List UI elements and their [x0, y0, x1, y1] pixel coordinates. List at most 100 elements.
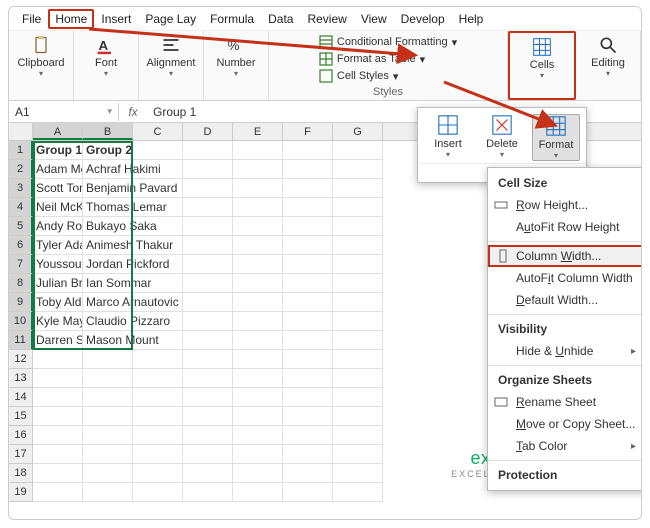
cell[interactable]	[33, 350, 83, 369]
cell[interactable]	[333, 141, 383, 160]
row-header[interactable]: 17	[9, 445, 33, 464]
row-header[interactable]: 9	[9, 293, 33, 312]
row-header[interactable]: 11	[9, 331, 33, 350]
menu-default-width[interactable]: Default Width...Default Width...	[488, 289, 642, 311]
cell[interactable]: Mason Mount	[83, 331, 133, 350]
cell[interactable]	[233, 426, 283, 445]
font-button[interactable]: A Font ▾	[82, 35, 130, 85]
cell[interactable]	[183, 426, 233, 445]
row-header[interactable]: 3	[9, 179, 33, 198]
cell[interactable]: Animesh Thakur	[83, 236, 133, 255]
cell[interactable]	[283, 293, 333, 312]
cell[interactable]	[133, 293, 183, 312]
row-header[interactable]: 15	[9, 407, 33, 426]
cell[interactable]	[133, 426, 183, 445]
cell[interactable]	[283, 426, 333, 445]
fx-icon[interactable]: fx	[119, 105, 147, 119]
cell[interactable]	[233, 274, 283, 293]
cell[interactable]	[133, 312, 183, 331]
cell[interactable]	[183, 331, 233, 350]
cell[interactable]	[183, 274, 233, 293]
cell[interactable]: Adam McQueen	[33, 160, 83, 179]
format-button[interactable]: Format▾	[532, 114, 580, 161]
cell[interactable]	[233, 331, 283, 350]
cell[interactable]	[233, 388, 283, 407]
cell[interactable]	[183, 198, 233, 217]
col-header-g[interactable]: G	[333, 123, 383, 140]
cell[interactable]	[183, 445, 233, 464]
cell[interactable]	[183, 388, 233, 407]
tab-file[interactable]: File	[15, 9, 48, 29]
cell[interactable]	[183, 369, 233, 388]
cell[interactable]	[33, 388, 83, 407]
cell[interactable]	[233, 217, 283, 236]
cell[interactable]: Jordan Pickford	[83, 255, 133, 274]
cell[interactable]	[33, 426, 83, 445]
cell[interactable]	[333, 236, 383, 255]
cell[interactable]	[283, 179, 333, 198]
row-header[interactable]: 1	[9, 141, 33, 160]
cell[interactable]: Bukayo Saka	[83, 217, 133, 236]
tab-view[interactable]: View	[354, 9, 394, 29]
name-box[interactable]: A1 ▾	[9, 103, 119, 121]
cell[interactable]: Claudio Pizzaro	[83, 312, 133, 331]
row-header[interactable]: 13	[9, 369, 33, 388]
cell[interactable]: Neil McKenzie	[33, 198, 83, 217]
cells-button[interactable]: Cells ▾	[518, 37, 566, 87]
cell[interactable]	[333, 350, 383, 369]
cell[interactable]	[83, 483, 133, 502]
cell[interactable]	[233, 445, 283, 464]
format-as-table-button[interactable]: Format as Table▾	[319, 52, 457, 66]
cell[interactable]	[183, 293, 233, 312]
cell[interactable]	[283, 312, 333, 331]
cell[interactable]	[183, 217, 233, 236]
cell[interactable]	[233, 312, 283, 331]
menu-autofit-col[interactable]: AutoFit Column WidthAutoFit Column Width	[488, 267, 642, 289]
cell[interactable]	[283, 445, 333, 464]
cell[interactable]: Group 2	[83, 141, 133, 160]
cell[interactable]	[233, 350, 283, 369]
col-header-b[interactable]: B	[83, 123, 133, 140]
cell[interactable]	[333, 217, 383, 236]
cell[interactable]	[333, 198, 383, 217]
cell[interactable]: Ian Sommar	[83, 274, 133, 293]
cell[interactable]: Scott Tominay	[33, 179, 83, 198]
tab-formula[interactable]: Formula	[203, 9, 261, 29]
cell[interactable]: Andy Robertson	[33, 217, 83, 236]
cell[interactable]	[283, 217, 333, 236]
cell[interactable]	[283, 236, 333, 255]
cell[interactable]	[133, 369, 183, 388]
cell[interactable]	[333, 483, 383, 502]
number-button[interactable]: % Number ▾	[212, 35, 260, 85]
alignment-button[interactable]: Alignment ▾	[147, 35, 195, 85]
cell[interactable]	[33, 407, 83, 426]
cell[interactable]	[33, 369, 83, 388]
cell[interactable]	[333, 312, 383, 331]
row-header[interactable]: 12	[9, 350, 33, 369]
cell[interactable]	[333, 255, 383, 274]
tab-develop[interactable]: Develop	[394, 9, 452, 29]
cell[interactable]	[333, 293, 383, 312]
cell[interactable]	[133, 464, 183, 483]
cell[interactable]	[133, 407, 183, 426]
tab-data[interactable]: Data	[261, 9, 300, 29]
cell[interactable]: Julian Brandt	[33, 274, 83, 293]
cell[interactable]	[283, 407, 333, 426]
col-header-c[interactable]: C	[133, 123, 183, 140]
cell[interactable]	[133, 141, 183, 160]
cell[interactable]	[133, 160, 183, 179]
menu-move-copy[interactable]: Move or Copy Sheet...Move or Copy Sheet.…	[488, 413, 642, 435]
cell[interactable]	[283, 198, 333, 217]
cell[interactable]	[283, 350, 333, 369]
cell[interactable]: Achraf Hakimi	[83, 160, 133, 179]
cell[interactable]	[183, 350, 233, 369]
cell[interactable]	[133, 483, 183, 502]
cell[interactable]	[183, 407, 233, 426]
row-header[interactable]: 2	[9, 160, 33, 179]
tab-review[interactable]: Review	[300, 9, 353, 29]
col-header-e[interactable]: E	[233, 123, 283, 140]
cell[interactable]	[333, 331, 383, 350]
conditional-formatting-button[interactable]: Conditional Formatting▾	[319, 35, 457, 49]
cell[interactable]: Youssouf Fofana	[33, 255, 83, 274]
cell[interactable]	[283, 160, 333, 179]
